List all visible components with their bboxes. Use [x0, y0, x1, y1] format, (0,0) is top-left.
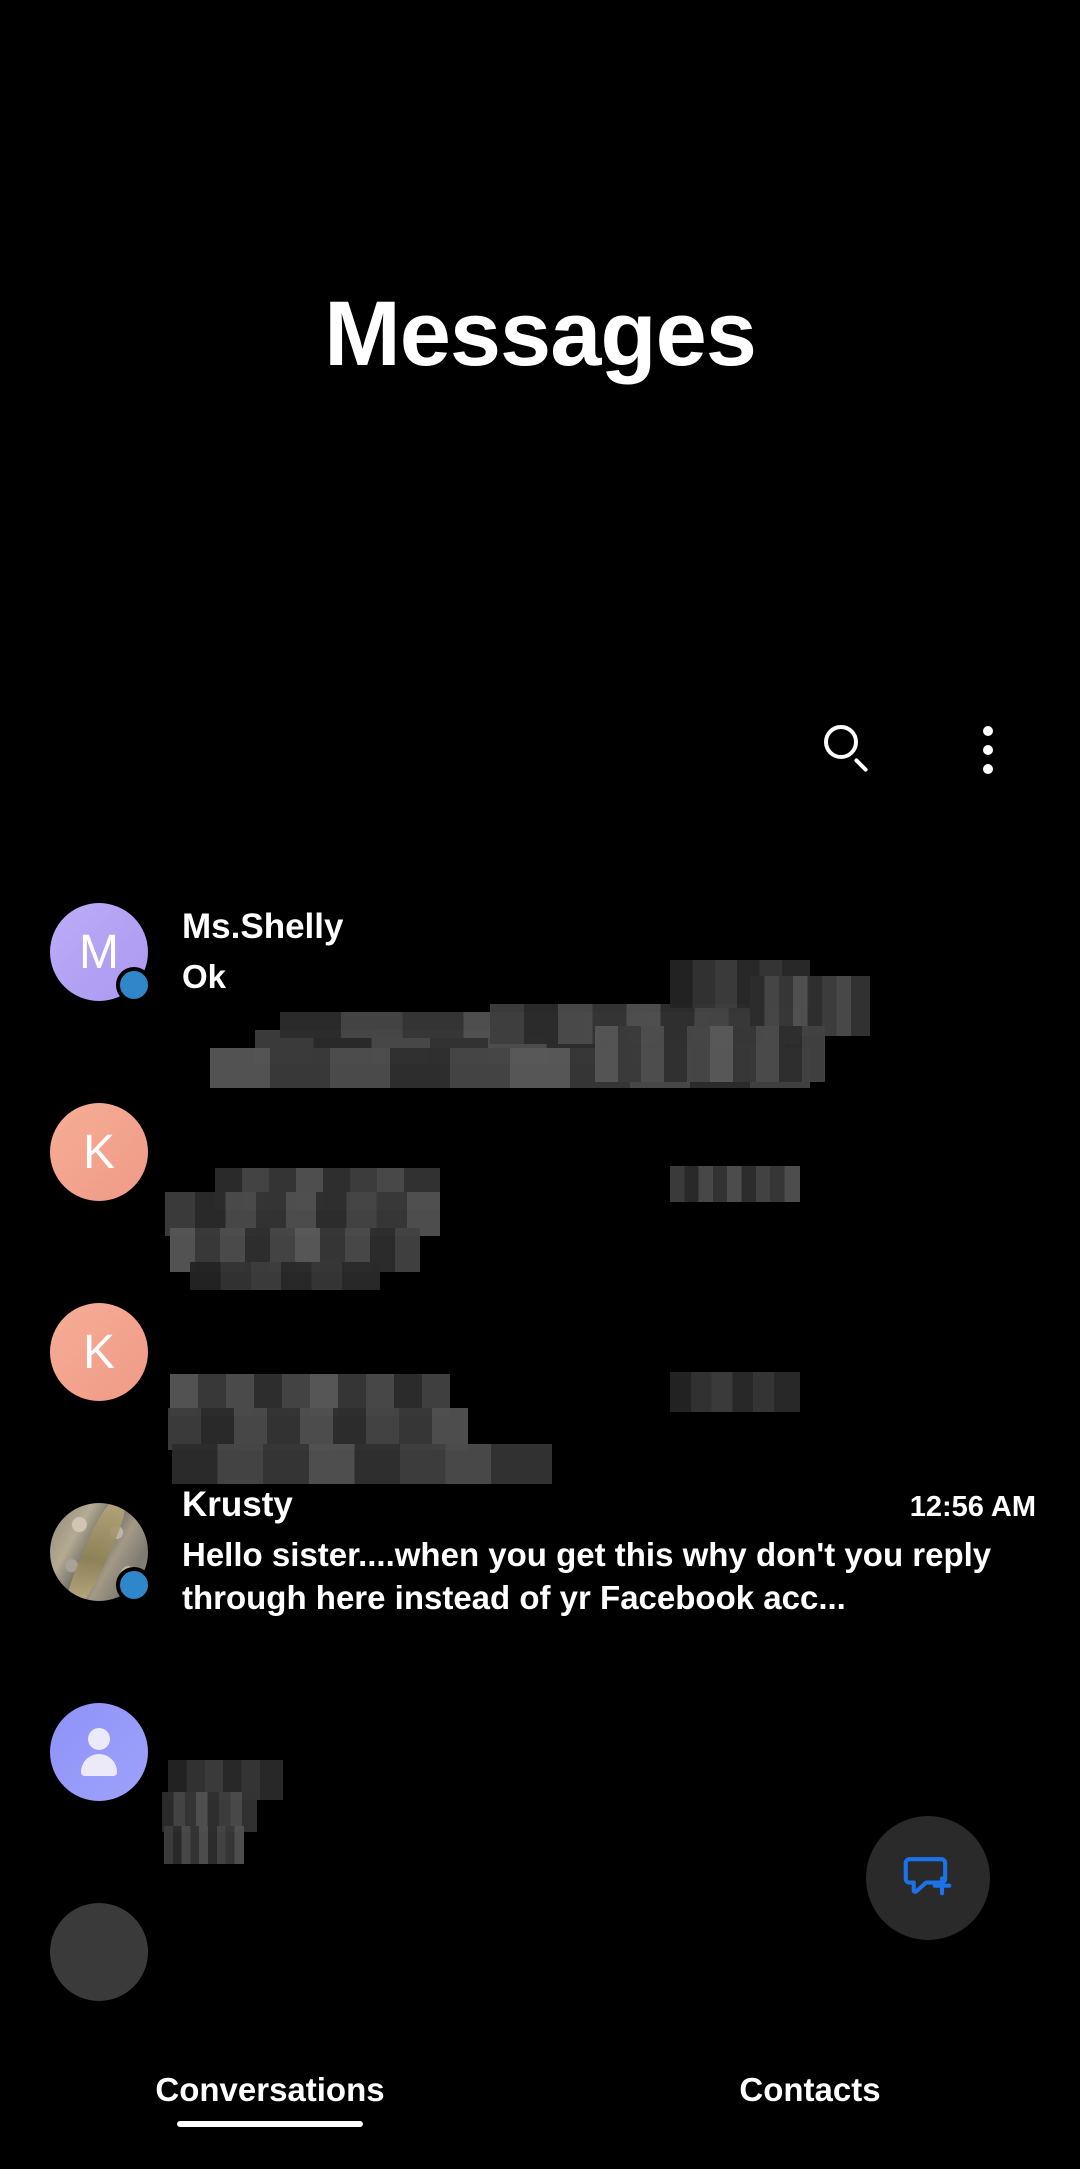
- toolbar-actions: [812, 714, 1024, 786]
- conversation-row-3[interactable]: K: [0, 1252, 1080, 1484]
- contact-name: Ms.Shelly: [182, 906, 344, 946]
- avatar-letter: M: [79, 925, 119, 979]
- conversation-content: Ms.Shelly Ok: [182, 877, 1036, 1027]
- conversation-row-2[interactable]: K: [0, 1052, 1080, 1290]
- page-title: Messages: [324, 283, 757, 385]
- conversation-content: Krusty 12:56 AM Hello sister....when you…: [182, 1477, 1036, 1627]
- avatar: [50, 1703, 148, 1801]
- avatar: [50, 1903, 148, 2001]
- message-preview: Hello sister....when you get this why do…: [182, 1536, 992, 1616]
- overflow-menu-button[interactable]: [952, 714, 1024, 786]
- tab-contacts-label: Contacts: [739, 2071, 881, 2108]
- app-bar: Messages: [0, 0, 1080, 700]
- conversation-content: [182, 1077, 1036, 1227]
- conversation-row-krusty[interactable]: Krusty 12:56 AM Hello sister....when you…: [0, 1452, 1080, 1652]
- presence-dot: [116, 967, 152, 1003]
- search-icon: [822, 724, 874, 776]
- tab-inactive-indicator: [717, 2121, 903, 2127]
- tab-conversations-label: Conversations: [155, 2071, 385, 2108]
- new-message-icon: [903, 1857, 952, 1896]
- avatar-placeholder: [50, 1903, 148, 2001]
- timestamp: 12:56 AM: [909, 1491, 1036, 1523]
- avatar: M: [50, 903, 152, 1003]
- avatar: K: [50, 1103, 148, 1201]
- tab-contacts[interactable]: Contacts: [540, 2027, 1080, 2169]
- bottom-tab-bar: Conversations Contacts: [0, 2027, 1080, 2169]
- message-preview: Ok: [182, 957, 227, 995]
- presence-dot: [116, 1567, 152, 1603]
- new-conversation-fab[interactable]: [866, 1816, 990, 1940]
- avatar: K: [50, 1303, 148, 1401]
- conversation-content: [182, 1677, 1036, 1827]
- avatar-initial: K: [50, 1103, 148, 1201]
- contact-name: Krusty: [182, 1485, 293, 1524]
- tab-conversations[interactable]: Conversations: [0, 2027, 540, 2169]
- avatar-letter: K: [82, 1325, 115, 1379]
- tab-active-indicator: [177, 2121, 363, 2127]
- avatar-person: [50, 1703, 148, 1801]
- avatar-initial: K: [50, 1303, 148, 1401]
- person-icon: [71, 1724, 127, 1780]
- conversation-content: [182, 1277, 1036, 1427]
- more-vertical-icon: [983, 726, 993, 774]
- search-button[interactable]: [812, 714, 884, 786]
- avatar: [50, 1503, 152, 1603]
- avatar-letter: K: [82, 1125, 115, 1179]
- conversation-row-ms-shelly[interactable]: M Ms.Shelly Ok: [0, 852, 1080, 1088]
